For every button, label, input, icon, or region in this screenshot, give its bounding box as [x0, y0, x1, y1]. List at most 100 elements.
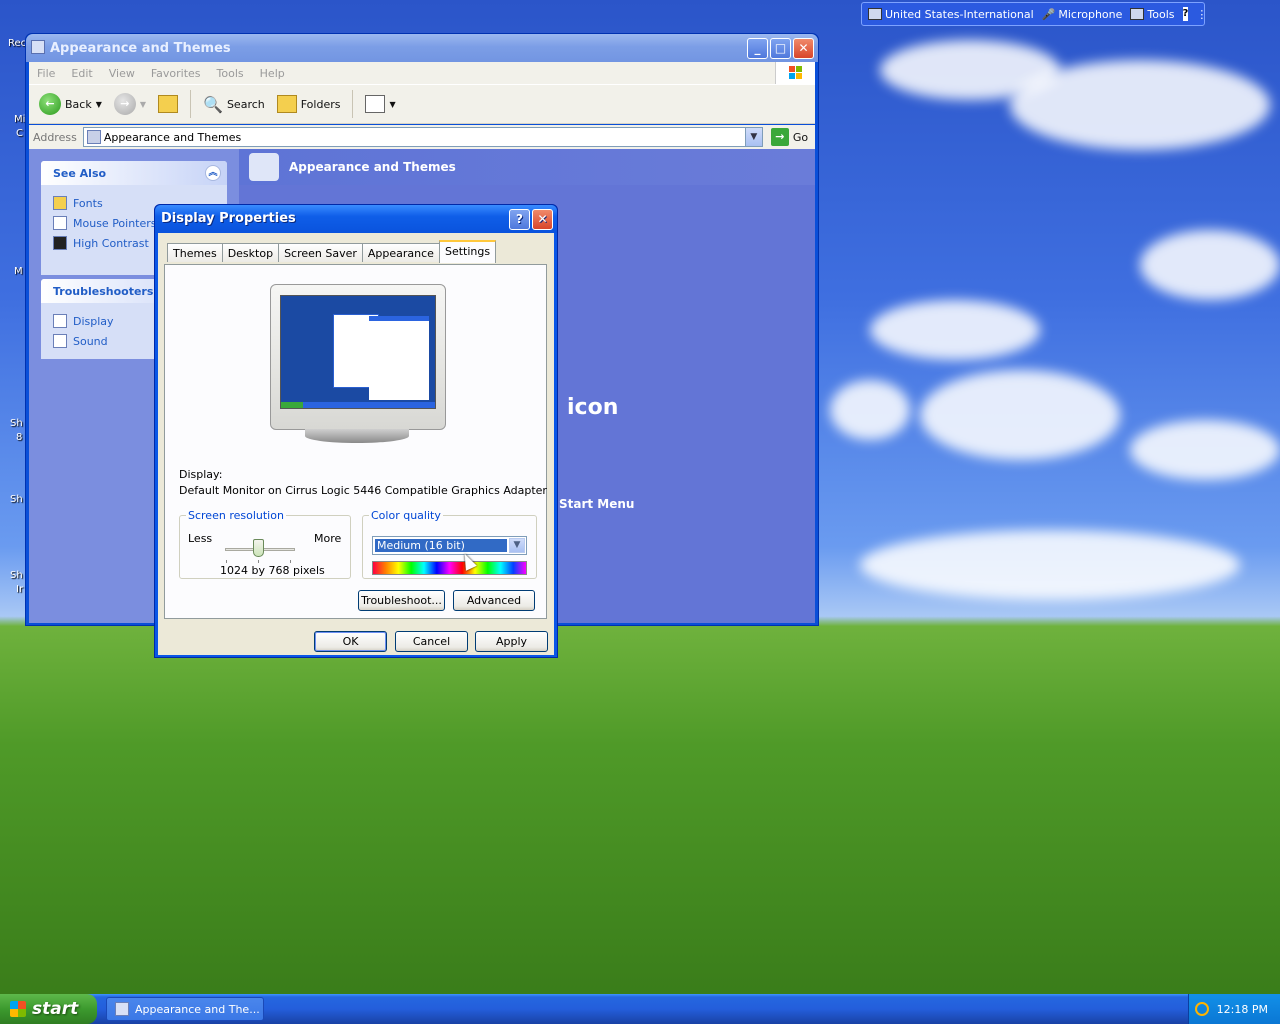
search-label: Search: [226, 97, 265, 111]
language-bar[interactable]: United States-International 🎤 Microphone…: [861, 2, 1207, 26]
monitor-screen-preview: [280, 295, 436, 409]
display-label: Display:: [179, 468, 223, 481]
chevron-down-icon[interactable]: ▼: [509, 538, 525, 553]
tab-themes[interactable]: Themes: [167, 243, 223, 262]
troubleshoot-button[interactable]: Troubleshoot...: [358, 590, 445, 611]
address-dropdown-button[interactable]: ▼: [744, 128, 762, 146]
microphone-label: Microphone: [1058, 7, 1123, 21]
desktop-icon-label[interactable]: Mi: [14, 114, 25, 125]
start-label: start: [32, 999, 79, 1019]
help-button[interactable]: ?: [509, 209, 530, 230]
back-label: Back: [65, 97, 92, 111]
desktop-icon-label[interactable]: C: [16, 128, 23, 139]
language-bar-options-icon[interactable]: ⋮: [1196, 8, 1207, 21]
control-panel-icon: [115, 1002, 129, 1016]
taskbar-item-appearance-themes[interactable]: Appearance and The...: [106, 997, 264, 1021]
language-label: United States-International: [885, 7, 1034, 21]
chevron-down-icon: ▼: [95, 99, 102, 109]
menu-help[interactable]: Help: [252, 67, 293, 80]
link-label: High Contrast: [73, 236, 149, 250]
pick-icon-label[interactable]: icon: [567, 395, 618, 420]
desktop-icon-label[interactable]: Ir: [16, 584, 23, 595]
menu-view[interactable]: View: [101, 67, 143, 80]
go-button[interactable]: → Go: [770, 128, 808, 146]
color-quality-legend: Color quality: [371, 509, 441, 522]
cloud: [1130, 420, 1280, 480]
menu-tools[interactable]: Tools: [209, 67, 252, 80]
tools-button[interactable]: Tools: [1130, 7, 1175, 21]
desktop-icon-label[interactable]: Sh: [10, 494, 23, 505]
appearance-themes-icon: [249, 153, 279, 181]
tab-desktop[interactable]: Desktop: [221, 243, 280, 262]
high-contrast-icon: [53, 236, 67, 250]
tab-appearance[interactable]: Appearance: [361, 243, 440, 262]
help-icon: [53, 334, 67, 348]
color-spectrum-preview: [372, 561, 527, 575]
start-button[interactable]: start: [0, 994, 97, 1024]
back-arrow-icon: ←: [39, 93, 61, 115]
cloud: [830, 380, 910, 440]
dialog-title-bar[interactable]: Display Properties ? ✕: [155, 205, 557, 233]
address-label: Address: [33, 130, 77, 144]
desktop-icon-label[interactable]: Sh: [10, 418, 23, 429]
apply-button[interactable]: Apply: [475, 631, 548, 652]
resolution-slider-thumb[interactable]: [253, 539, 264, 557]
maximize-button[interactable]: □: [770, 38, 791, 59]
clock[interactable]: 12:18 PM: [1217, 1003, 1268, 1016]
help-icon[interactable]: ?: [1182, 7, 1189, 21]
troubleshooters-title: Troubleshooters: [53, 285, 154, 298]
explorer-title-bar[interactable]: Appearance and Themes _ □ ✕: [26, 34, 818, 62]
toolbar-separator: [190, 90, 192, 118]
display-adapter-value: Default Monitor on Cirrus Logic 5446 Com…: [179, 484, 547, 497]
preview-taskbar: [281, 402, 435, 408]
category-title: Appearance and Themes: [289, 160, 456, 174]
color-quality-select[interactable]: Medium (16 bit) ▼: [372, 536, 527, 555]
dialog-title: Display Properties: [161, 211, 296, 226]
views-button[interactable]: ▼: [361, 95, 399, 113]
color-quality-group: Color quality Medium (16 bit) ▼: [362, 509, 537, 579]
minimize-button[interactable]: _: [747, 38, 768, 59]
cancel-button[interactable]: Cancel: [395, 631, 468, 652]
tab-strip: Themes Desktop Screen Saver Appearance S…: [167, 240, 497, 263]
advanced-button[interactable]: Advanced: [453, 590, 535, 611]
see-also-header[interactable]: See Also ︽: [41, 161, 227, 185]
taskbar: start Appearance and The... 12:18 PM: [0, 994, 1280, 1024]
collapse-icon[interactable]: ︽: [205, 165, 221, 181]
desktop-icon-label[interactable]: M: [14, 266, 23, 277]
tools-label: Tools: [1147, 7, 1175, 21]
desktop-icon-label[interactable]: Sh: [10, 570, 23, 581]
search-icon[interactable]: [1194, 1002, 1209, 1016]
up-folder-button[interactable]: [154, 95, 182, 113]
address-input[interactable]: Appearance and Themes ▼: [82, 127, 763, 147]
desktop-icon-label[interactable]: 8: [16, 432, 22, 443]
less-label: Less: [188, 532, 213, 545]
language-selector[interactable]: United States-International: [868, 8, 1034, 21]
link-label: Mouse Pointers: [73, 216, 157, 230]
forward-button[interactable]: → ▼: [110, 93, 150, 115]
tab-settings[interactable]: Settings: [438, 240, 497, 263]
menu-favorites[interactable]: Favorites: [143, 67, 209, 80]
monitor-stand: [305, 429, 409, 443]
close-button[interactable]: ✕: [532, 209, 553, 230]
menu-file[interactable]: File: [29, 67, 63, 80]
folders-icon: [276, 95, 297, 113]
search-button[interactable]: 🔍 Search: [199, 95, 269, 114]
back-button[interactable]: ← Back ▼: [35, 93, 106, 115]
recycle-bin-label[interactable]: Rec: [8, 38, 26, 49]
ok-button[interactable]: OK: [314, 631, 387, 652]
tab-screen-saver[interactable]: Screen Saver: [278, 243, 363, 262]
link-label: Display: [73, 314, 114, 328]
views-icon: [365, 95, 386, 113]
menu-bar: File Edit View Favorites Tools Help: [29, 62, 815, 84]
cloud: [1140, 230, 1280, 300]
close-button[interactable]: ✕: [793, 38, 814, 59]
folders-button[interactable]: Folders: [273, 95, 345, 113]
address-value: Appearance and Themes: [103, 130, 242, 144]
category-header: Appearance and Themes: [239, 149, 815, 185]
microphone-button[interactable]: 🎤 Microphone: [1042, 8, 1123, 21]
fonts-folder-icon: [53, 196, 67, 210]
mouse-icon: [53, 216, 67, 230]
address-bar: Address Appearance and Themes ▼ → Go: [29, 125, 815, 149]
start-menu-link[interactable]: Start Menu: [559, 497, 634, 511]
menu-edit[interactable]: Edit: [63, 67, 100, 80]
